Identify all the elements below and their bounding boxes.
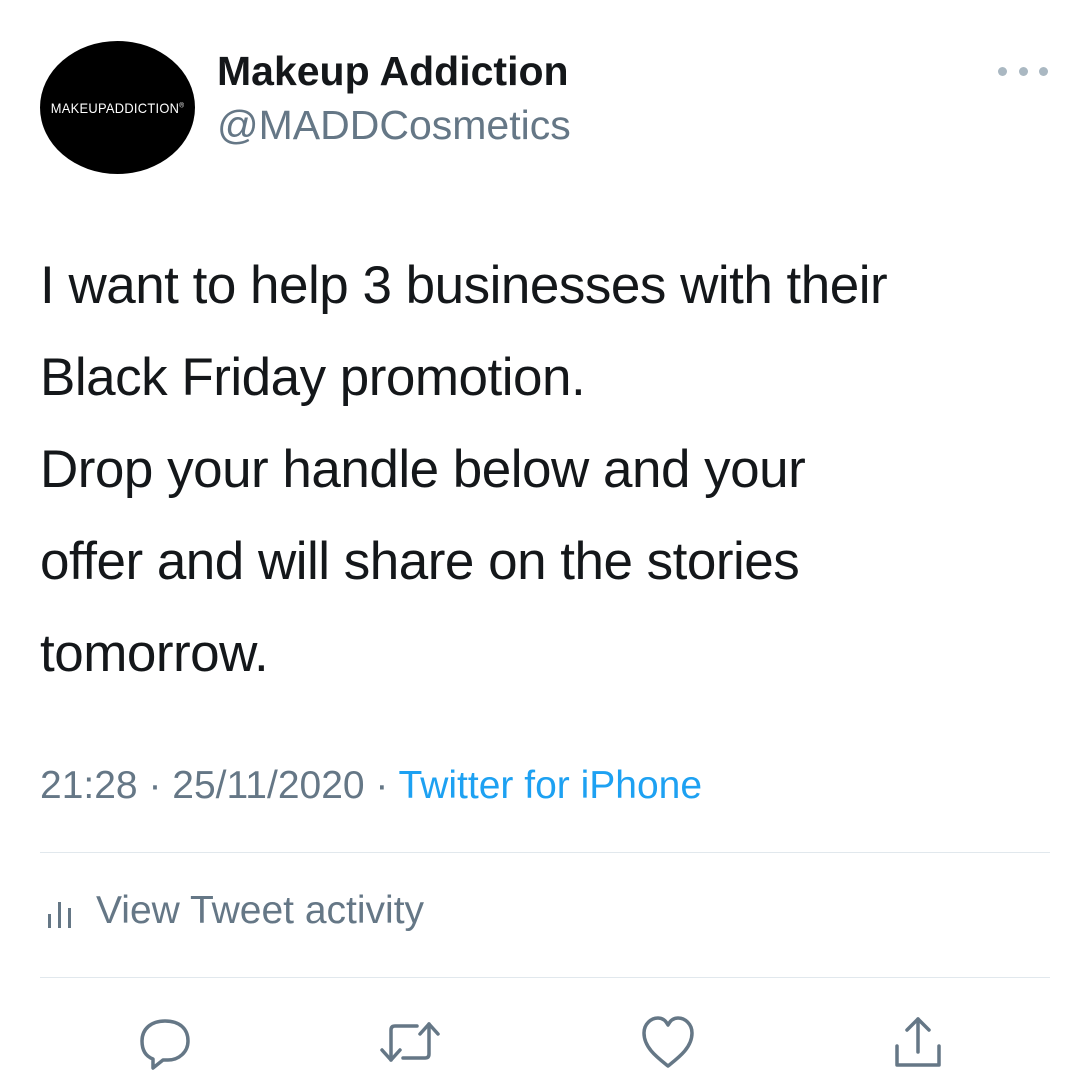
share-icon	[895, 1017, 941, 1067]
tweet-line: Black Friday promotion.	[40, 348, 586, 407]
tweet-source-link[interactable]: Twitter for iPhone	[399, 764, 702, 807]
more-dot-icon	[998, 66, 1007, 76]
tweet-line: Drop your handle below and your	[40, 440, 806, 499]
avatar[interactable]: MAKEUPADDICTION®	[40, 41, 195, 174]
avatar-logo-text: MAKEUPADDICTION®	[50, 99, 185, 116]
more-options-button[interactable]	[998, 56, 1048, 86]
like-icon	[642, 1016, 694, 1068]
user-handle[interactable]: @MADDCosmetics	[217, 102, 571, 149]
tweet-line: offer and will share on the stories	[40, 532, 800, 591]
meta-separator: ·	[137, 764, 173, 807]
tweet-date: 25/11/2020	[172, 764, 365, 807]
analytics-bars-icon	[48, 894, 78, 928]
retweet-icon	[380, 1022, 440, 1062]
view-tweet-activity-button[interactable]: View Tweet activity	[48, 886, 424, 936]
share-button[interactable]	[883, 1012, 953, 1072]
display-name[interactable]: Makeup Addiction	[217, 48, 569, 95]
view-tweet-activity-label: View Tweet activity	[96, 889, 425, 932]
more-dot-icon	[1018, 66, 1028, 76]
tweet-text: I want to help 3 businesses with their B…	[40, 240, 1060, 700]
tweet-time: 21:28	[40, 764, 138, 807]
tweet-line: I want to help 3 businesses with their	[40, 256, 888, 315]
retweet-button[interactable]	[375, 1012, 445, 1072]
meta-separator: ·	[364, 764, 399, 807]
divider	[40, 852, 1050, 853]
reply-icon	[140, 1019, 190, 1070]
divider	[40, 977, 1050, 978]
reply-button[interactable]	[130, 1012, 200, 1072]
more-dot-icon	[1039, 66, 1048, 76]
tweet-meta: 21:28 · 25/11/2020 · Twitter for iPhone	[40, 764, 702, 808]
tweet-line: tomorrow.	[40, 624, 269, 683]
like-button[interactable]	[633, 1012, 703, 1072]
